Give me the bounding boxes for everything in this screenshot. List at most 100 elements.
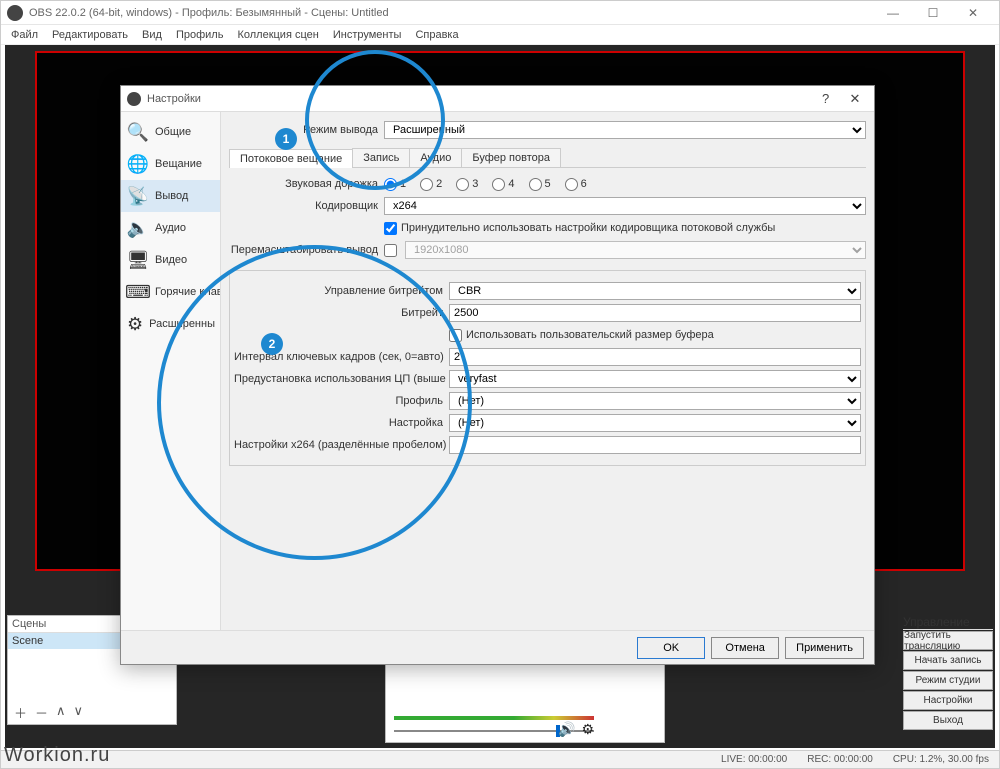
cancel-button[interactable]: Отмена <box>711 637 779 659</box>
row-profile: Профиль (Нет) <box>234 391 861 411</box>
menu-help[interactable]: Справка <box>415 29 458 41</box>
status-rec: REC: 00:00:00 <box>807 754 873 765</box>
label-tune: Настройка <box>234 417 449 429</box>
radio-track-5[interactable]: 5 <box>529 178 551 191</box>
menu-tools[interactable]: Инструменты <box>333 29 402 41</box>
monitor-icon: 🖥 <box>127 249 149 271</box>
select-profile[interactable]: (Нет) <box>449 392 861 410</box>
settings-button[interactable]: Настройки <box>903 691 993 710</box>
select-encoder[interactable]: x264 <box>384 197 866 215</box>
status-cpu: CPU: 1.2%, 30.00 fps <box>893 754 989 765</box>
maximize-button[interactable]: ☐ <box>913 1 953 25</box>
sidebar-label-audio: Аудио <box>155 222 186 234</box>
select-tune[interactable]: (Нет) <box>449 414 861 432</box>
menu-file[interactable]: Файл <box>11 29 38 41</box>
label-bitrate: Битрейт <box>234 307 449 319</box>
sidebar-item-advanced[interactable]: ⚙Расширенны <box>121 308 220 340</box>
tab-streaming[interactable]: Потоковое вещание <box>229 149 353 168</box>
tab-audio[interactable]: Аудио <box>409 148 462 167</box>
row-x264opts: Настройки x264 (разделённые пробелом) <box>234 435 861 455</box>
menu-profile[interactable]: Профиль <box>176 29 224 41</box>
exit-button[interactable]: Выход <box>903 711 993 730</box>
studio-mode-button[interactable]: Режим студии <box>903 671 993 690</box>
row-cpu-preset: Предустановка использования ЦП (выше = м… <box>234 369 861 389</box>
speaker-icon[interactable]: 🔊 <box>558 721 575 738</box>
scene-down-icon[interactable]: ∨ <box>74 703 84 722</box>
dialog-title: Настройки <box>147 93 813 105</box>
select-cpu-preset[interactable]: veryfast <box>449 370 861 388</box>
dialog-app-icon <box>127 92 141 106</box>
dialog-help-button[interactable]: ? <box>813 91 839 106</box>
label-rescale: Перемасштабировать вывод <box>229 244 384 256</box>
antenna-icon: 📡 <box>127 185 149 207</box>
radio-track-3[interactable]: 3 <box>456 178 478 191</box>
annotation-badge-1: 1 <box>275 128 297 150</box>
input-keyint[interactable] <box>449 348 861 366</box>
sidebar-item-general[interactable]: 🔍 Общие <box>121 116 220 148</box>
menu-edit[interactable]: Редактировать <box>52 29 128 41</box>
minimize-button[interactable]: — <box>873 1 913 25</box>
encoder-settings-group: Управление битрейтом CBR Битрейт Использ… <box>229 270 866 466</box>
radio-track-2[interactable]: 2 <box>420 178 442 191</box>
watermark: Workion.ru <box>4 744 110 767</box>
row-audio-track: Звуковая дорожка 1 2 3 4 5 6 <box>229 174 866 194</box>
close-button[interactable]: ✕ <box>953 1 993 25</box>
row-encoder: Кодировщик x264 <box>229 196 866 216</box>
sidebar-item-audio[interactable]: 🔈Аудио <box>121 212 220 244</box>
sidebar-item-hotkeys[interactable]: ⌨ Горячие клав <box>121 276 220 308</box>
scene-up-icon[interactable]: ∧ <box>56 703 66 722</box>
sidebar-label-hotkeys: Горячие клав <box>155 286 221 298</box>
sidebar-label-general: Общие <box>155 126 191 138</box>
label-rate-control: Управление битрейтом <box>234 285 449 297</box>
sidebar-label-video: Видео <box>155 254 187 266</box>
select-rate-control[interactable]: CBR <box>449 282 861 300</box>
radio-track-4[interactable]: 4 <box>492 178 514 191</box>
general-icon: 🔍 <box>127 121 149 143</box>
input-bitrate[interactable] <box>449 304 861 322</box>
radio-track-6[interactable]: 6 <box>565 178 587 191</box>
menu-scene-collection[interactable]: Коллекция сцен <box>237 29 318 41</box>
main-menubar: Файл Редактировать Вид Профиль Коллекция… <box>1 25 999 45</box>
start-streaming-button[interactable]: Запустить трансляцию <box>903 631 993 650</box>
sidebar-item-stream[interactable]: 🌐Вещание <box>121 148 220 180</box>
checkbox-custom-buffer[interactable] <box>449 329 462 342</box>
row-keyint: Интервал ключевых кадров (сек, 0=авто) <box>234 347 861 367</box>
row-bitrate: Битрейт <box>234 303 861 323</box>
add-scene-icon[interactable]: ＋ <box>14 703 27 722</box>
start-recording-button[interactable]: Начать запись <box>903 651 993 670</box>
globe-icon: 🌐 <box>127 153 149 175</box>
checkbox-rescale[interactable] <box>384 244 397 257</box>
sidebar-item-video[interactable]: 🖥 Видео <box>121 244 220 276</box>
keyboard-icon: ⌨ <box>127 281 149 303</box>
select-rescale[interactable]: 1920x1080 <box>405 241 866 259</box>
checkbox-enforce[interactable] <box>384 222 397 235</box>
mixer-meter <box>394 716 594 720</box>
tab-replay-buffer[interactable]: Буфер повтора <box>461 148 561 167</box>
label-enforce: Принудительно использовать настройки код… <box>401 222 775 234</box>
remove-scene-icon[interactable]: － <box>35 703 48 722</box>
mixer-channel-controls: 🔊 ⚙ <box>558 721 594 738</box>
tab-recording[interactable]: Запись <box>352 148 410 167</box>
sidebar-label-output: Вывод <box>155 190 188 202</box>
ok-button[interactable]: OK <box>637 637 705 659</box>
gear-icon[interactable]: ⚙ <box>581 721 594 738</box>
controls-title: Управление <box>903 615 993 630</box>
radio-track-1[interactable]: 1 <box>384 178 406 191</box>
row-enforce: Принудительно использовать настройки код… <box>229 218 866 238</box>
dialog-close-button[interactable]: ✕ <box>842 91 868 107</box>
label-output-mode: Режим вывода <box>229 124 384 136</box>
dialog-body: 🔍 Общие 🌐Вещание 📡 Вывод 🔈Аудио 🖥 Видео ⌨ Го… <box>121 112 874 630</box>
sidebar-item-output[interactable]: 📡 Вывод <box>121 180 220 212</box>
sidebar-label-advanced: Расширенны <box>149 318 215 330</box>
window-buttons: — ☐ ✕ <box>873 1 993 25</box>
label-custom-buffer: Использовать пользовательский размер буф… <box>466 329 714 341</box>
apply-button[interactable]: Применить <box>785 637 864 659</box>
select-output-mode[interactable]: Расширенный <box>384 121 866 139</box>
input-x264opts[interactable] <box>449 436 861 454</box>
label-encoder: Кодировщик <box>229 200 384 212</box>
annotation-badge-2: 2 <box>261 333 283 355</box>
row-rate-control: Управление битрейтом CBR <box>234 281 861 301</box>
menu-view[interactable]: Вид <box>142 29 162 41</box>
settings-dialog: Настройки ? ✕ 🔍 Общие 🌐Вещание 📡 Вывод 🔈Ау… <box>120 85 875 665</box>
row-tune: Настройка (Нет) <box>234 413 861 433</box>
